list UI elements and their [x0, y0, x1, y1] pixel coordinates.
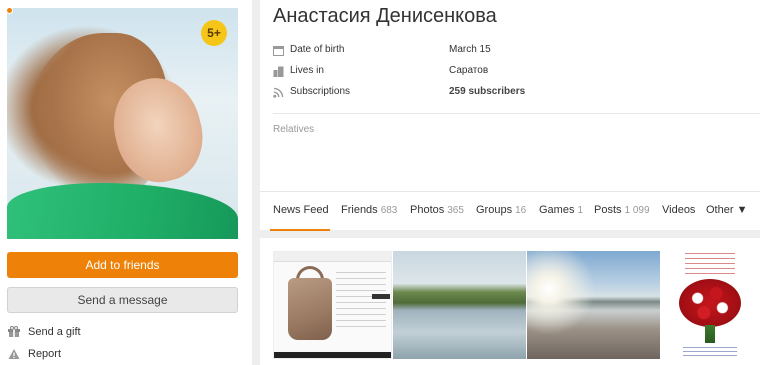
tab-count: 16 [515, 205, 527, 216]
thumb-taskbar [274, 352, 391, 358]
profile-tabs: News Feed Friends 683 Photos 365 Groups 16 … [260, 191, 760, 231]
left-column: 5+ Add to friends Send a message Send a … [0, 0, 252, 365]
tab-count: 683 [380, 205, 398, 216]
profile-info-panel: Анастасия Денисенкова Date of birth Marc… [260, 0, 760, 231]
feed-photo-river[interactable] [393, 251, 526, 359]
relatives-label: Relatives [273, 124, 315, 135]
thumb-toolbar [274, 252, 391, 262]
avatar[interactable] [7, 8, 238, 239]
info-label: Lives in [290, 65, 324, 76]
tab-count: 365 [447, 205, 464, 216]
feed-photo-beach[interactable] [527, 251, 660, 359]
report-label: Report [28, 348, 62, 360]
age-badge: 5+ [201, 20, 227, 46]
tab-other[interactable]: Other ▼ [706, 204, 747, 216]
thumb-stems [705, 325, 715, 343]
tab-groups[interactable]: Groups 16 [476, 204, 526, 216]
subscribers-count[interactable]: 259 subscribers [449, 86, 525, 97]
tab-posts[interactable]: Posts 1 099 [594, 204, 650, 216]
send-gift-label: Send a gift [28, 326, 81, 338]
report-link[interactable]: Report [8, 346, 61, 362]
tab-news-feed[interactable]: News Feed [273, 204, 329, 216]
info-row-city: Lives in Саратов [273, 64, 753, 80]
thumb-button [372, 294, 390, 299]
info-value[interactable]: Саратов [449, 65, 488, 76]
news-feed [260, 238, 760, 365]
info-row-subscriptions: Subscriptions 259 subscribers [273, 85, 753, 101]
thumb-text-lines [336, 272, 386, 332]
online-indicator [6, 7, 13, 14]
feed-photo-bag-screenshot[interactable] [273, 251, 392, 359]
divider [273, 113, 760, 114]
calendar-icon [273, 45, 284, 56]
active-tab-indicator [270, 229, 330, 231]
info-label: Date of birth [290, 44, 345, 55]
tab-count: 1 099 [624, 205, 650, 216]
warning-icon [8, 348, 20, 360]
info-label: Subscriptions [290, 86, 351, 97]
thumb-title-lines [685, 253, 735, 275]
tab-games[interactable]: Games 1 [539, 204, 583, 216]
send-gift-link[interactable]: Send a gift [8, 324, 81, 340]
tab-videos[interactable]: Videos [662, 204, 695, 216]
rss-icon [273, 87, 284, 98]
buildings-icon [273, 66, 284, 77]
gift-icon [8, 326, 20, 338]
tab-count: 1 [577, 205, 584, 216]
thumb-footer-lines [683, 347, 737, 357]
avatar-shirt [7, 183, 238, 239]
profile-name: Анастасия Денисенкова [273, 5, 497, 27]
thumb-roses [679, 279, 741, 327]
info-value: March 15 [449, 44, 491, 55]
thumb-bag [288, 278, 332, 340]
send-message-button[interactable]: Send a message [7, 287, 238, 313]
profile-page: 5+ Add to friends Send a message Send a … [0, 0, 760, 365]
tab-friends[interactable]: Friends 683 [341, 204, 397, 216]
add-to-friends-button[interactable]: Add to friends [7, 252, 238, 278]
feed-photo-roses[interactable] [661, 251, 760, 359]
tab-photos[interactable]: Photos 365 [410, 204, 464, 216]
info-row-birth: Date of birth March 15 [273, 43, 753, 59]
